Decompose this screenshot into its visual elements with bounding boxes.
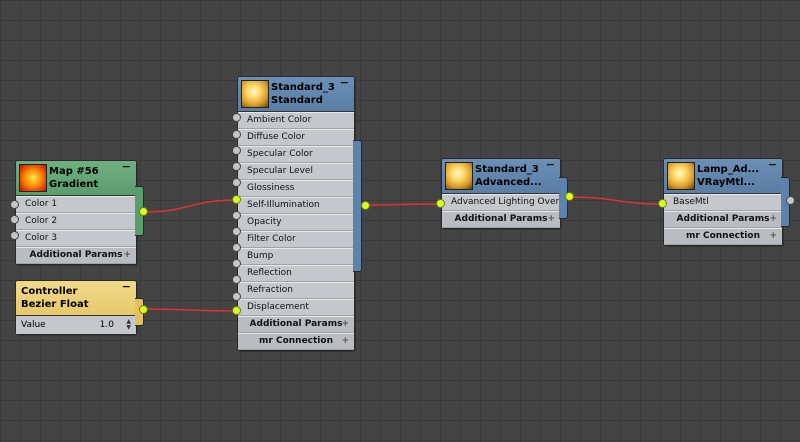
- node-controller[interactable]: Controller Bezier Float − Value 1.0 ▲ ▼: [15, 280, 137, 335]
- input-socket-opacity[interactable]: [232, 211, 241, 220]
- slot-reflection[interactable]: Reflection: [238, 265, 354, 282]
- rollout-mr-connection[interactable]: mr Connection +: [238, 333, 354, 350]
- slot-opacity[interactable]: Opacity: [238, 214, 354, 231]
- input-socket-self-illumination[interactable]: [232, 195, 241, 204]
- node-subtitle: Advanced...: [475, 177, 542, 188]
- spinner-icon[interactable]: ▲ ▼: [126, 319, 131, 331]
- input-socket-diffuse-color[interactable]: [232, 130, 241, 139]
- slot-bump[interactable]: Bump: [238, 248, 354, 265]
- output-socket-advanced[interactable]: [565, 192, 574, 201]
- node-gradient[interactable]: Map #56 Gradient − Color 1 Color 2 Color…: [15, 160, 137, 265]
- slot-ambient-color[interactable]: Ambient Color: [238, 112, 354, 129]
- slot-color-3[interactable]: Color 3: [16, 230, 136, 247]
- value-field[interactable]: 1.0: [100, 316, 114, 334]
- input-socket-advanced-lighting[interactable]: [436, 199, 445, 208]
- expand-icon[interactable]: +: [547, 212, 555, 227]
- rollout-additional-params[interactable]: Additional Params +: [238, 316, 354, 333]
- output-socket-lamp[interactable]: [786, 196, 795, 205]
- node-subtitle: Gradient: [49, 179, 99, 190]
- node-subtitle: Bezier Float: [21, 299, 89, 310]
- input-socket-ambient-color[interactable]: [232, 113, 241, 122]
- input-socket-glossiness[interactable]: [232, 178, 241, 187]
- rollout-label: Additional Params: [29, 250, 123, 260]
- expand-icon[interactable]: +: [341, 334, 349, 349]
- node-subtitle: Standard: [271, 95, 323, 106]
- collapse-button[interactable]: −: [122, 281, 131, 292]
- expand-icon[interactable]: +: [769, 229, 777, 244]
- node-standard[interactable]: Standard_3 Standard − Ambient Color Diff…: [237, 76, 355, 351]
- node-advanced-lighting[interactable]: Standard_3 Advanced... − Advanced Lighti…: [441, 158, 561, 229]
- wire-standard-to-advanced: [364, 203, 442, 206]
- rollout-label: Additional Params: [454, 214, 548, 224]
- node-title-bar[interactable]: Standard_3 Advanced... −: [442, 159, 560, 194]
- slot-specular-level[interactable]: Specular Level: [238, 163, 354, 180]
- input-socket-color-2[interactable]: [10, 215, 19, 224]
- slot-self-illumination[interactable]: Self-Illumination: [238, 197, 354, 214]
- slot-color-2[interactable]: Color 2: [16, 213, 136, 230]
- slot-filter-color[interactable]: Filter Color: [238, 231, 354, 248]
- material-sphere-thumbnail: [667, 162, 695, 190]
- rollout-label: mr Connection: [259, 336, 333, 346]
- output-socket-controller[interactable]: [139, 305, 148, 314]
- node-subtitle: VRayMtl...: [697, 177, 755, 188]
- rollout-additional-params[interactable]: Additional Params +: [664, 211, 782, 228]
- rollout-label: Additional Params: [676, 214, 770, 224]
- node-title-bar[interactable]: Map #56 Gradient −: [16, 161, 136, 196]
- input-socket-refraction[interactable]: [232, 275, 241, 284]
- expand-icon[interactable]: +: [123, 248, 131, 263]
- input-socket-additional-params[interactable]: [232, 306, 241, 315]
- slot-glossiness[interactable]: Glossiness: [238, 180, 354, 197]
- input-socket-color-3[interactable]: [10, 231, 19, 240]
- slot-diffuse-color[interactable]: Diffuse Color: [238, 129, 354, 146]
- node-title: Lamp_Ad...: [697, 164, 759, 175]
- node-title: Standard_3: [271, 82, 335, 93]
- slot-advanced-lighting-override[interactable]: Advanced Lighting Overri...: [442, 194, 560, 211]
- gradient-thumbnail: [19, 164, 47, 192]
- slot-color-1[interactable]: Color 1: [16, 196, 136, 213]
- wire-gradient-to-self-illumination: [142, 199, 238, 213]
- slot-displacement[interactable]: Displacement: [238, 299, 354, 316]
- input-socket-filter-color[interactable]: [232, 227, 241, 236]
- value-row[interactable]: Value 1.0 ▲ ▼: [16, 316, 136, 334]
- collapse-button[interactable]: −: [122, 161, 131, 172]
- node-title: Map #56: [49, 166, 99, 177]
- node-title-bar[interactable]: Lamp_Ad... VRayMtl... −: [664, 159, 782, 194]
- node-lamp-vraymtl[interactable]: Lamp_Ad... VRayMtl... − BaseMtl Addition…: [663, 158, 783, 246]
- node-title-bar[interactable]: Standard_3 Standard −: [238, 77, 354, 112]
- value-label: Value: [21, 320, 46, 330]
- rollout-mr-connection[interactable]: mr Connection +: [664, 228, 782, 245]
- input-socket-specular-level[interactable]: [232, 162, 241, 171]
- slot-specular-color[interactable]: Specular Color: [238, 146, 354, 163]
- input-socket-color-1[interactable]: [10, 200, 19, 209]
- slot-refraction[interactable]: Refraction: [238, 282, 354, 299]
- input-socket-bump[interactable]: [232, 243, 241, 252]
- collapse-button[interactable]: −: [546, 159, 555, 170]
- collapse-button[interactable]: −: [340, 77, 349, 88]
- wire-advanced-to-basemtl: [568, 196, 664, 205]
- wire-controller-to-additional-params: [142, 308, 238, 312]
- slot-basemtl[interactable]: BaseMtl: [664, 194, 782, 211]
- rollout-additional-params[interactable]: Additional Params +: [16, 247, 136, 264]
- input-socket-specular-color[interactable]: [232, 146, 241, 155]
- material-sphere-thumbnail: [241, 80, 269, 108]
- rollout-additional-params[interactable]: Additional Params +: [442, 211, 560, 228]
- output-socket-gradient[interactable]: [139, 207, 148, 216]
- input-socket-basemtl[interactable]: [658, 199, 667, 208]
- node-title: Controller: [21, 286, 78, 297]
- node-title: Standard_3: [475, 164, 539, 175]
- node-title-bar[interactable]: Controller Bezier Float −: [16, 281, 136, 316]
- rollout-label: mr Connection: [686, 231, 760, 241]
- input-socket-displacement[interactable]: [232, 292, 241, 301]
- material-sphere-thumbnail: [445, 162, 473, 190]
- expand-icon[interactable]: +: [769, 212, 777, 227]
- collapse-button[interactable]: −: [768, 159, 777, 170]
- expand-icon[interactable]: +: [341, 317, 349, 332]
- input-socket-reflection[interactable]: [232, 259, 241, 268]
- output-socket-standard[interactable]: [361, 201, 370, 210]
- rollout-label: Additional Params: [249, 319, 343, 329]
